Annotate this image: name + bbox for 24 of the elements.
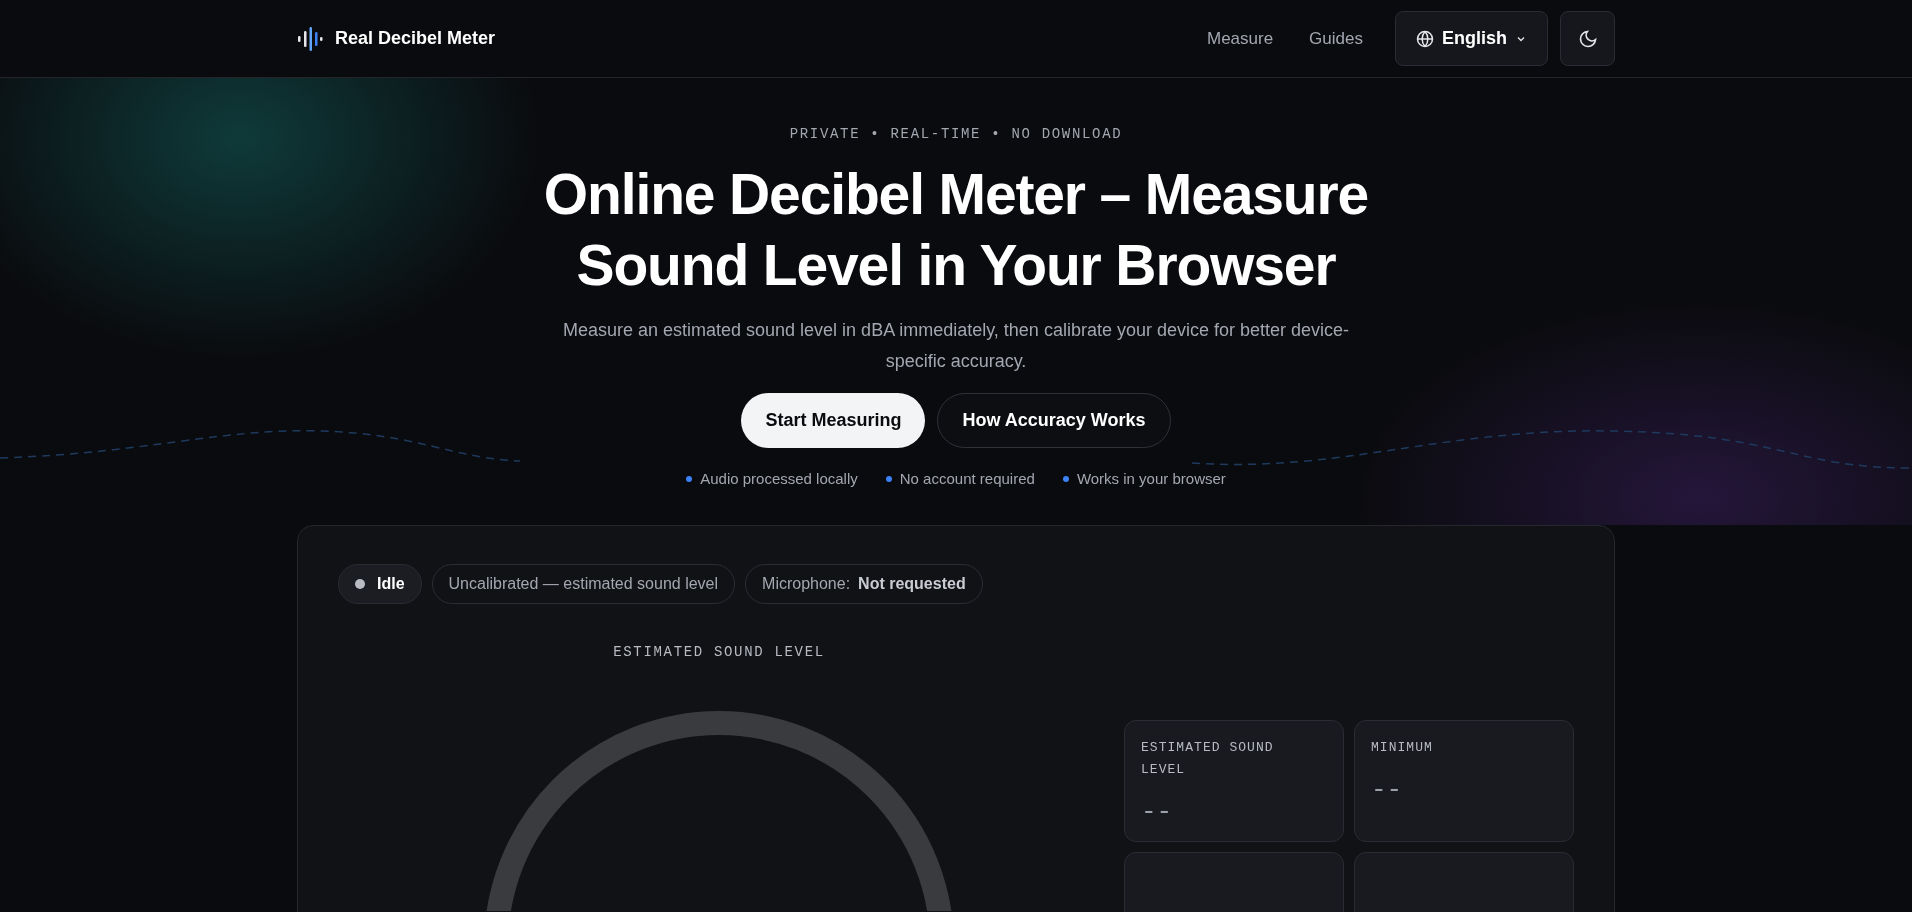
sound-bars-icon [297,26,323,51]
language-dropdown[interactable]: English [1395,11,1548,66]
start-measuring-button[interactable]: Start Measuring [741,393,926,448]
nav-link[interactable]: Guides [1297,25,1375,52]
nav-link[interactable]: Measure [1194,25,1286,52]
moon-icon [1577,28,1598,49]
feature-text: Works in your browser [1076,469,1226,489]
feature-text: No account required [899,469,1035,489]
hero-subtitle: Measure an estimated sound level in dBA immediately, then calibrate your device for better device-specific accuracy. [561,319,1351,373]
stat-label: ESTIMATED SOUND LEVEL [1141,739,1275,779]
microphone-value: Not requested [858,574,966,594]
stat-value: -- [1371,774,1404,807]
gauge-label: ESTIMATED SOUND LEVEL [613,643,825,662]
accuracy-button[interactable]: How Accuracy Works [937,393,1171,448]
brand-name[interactable]: Real Decibel Meter [335,25,496,52]
status-text: Idle [377,574,405,594]
hero-eyebrow: PRIVATE • REAL-TIME • NO DOWNLOAD [789,125,1123,144]
hero-title: Online Decibel Meter – Measure Sound Level in Your Browser [543,161,1369,299]
stat-label: MINIMUM [1371,739,1434,757]
microphone-label: Microphone: [762,574,851,594]
globe-icon [1416,29,1434,48]
feature-text: Audio processed locally [700,469,858,489]
theme-toggle-button[interactable] [1560,11,1615,66]
stat-value: -- [1141,796,1174,829]
